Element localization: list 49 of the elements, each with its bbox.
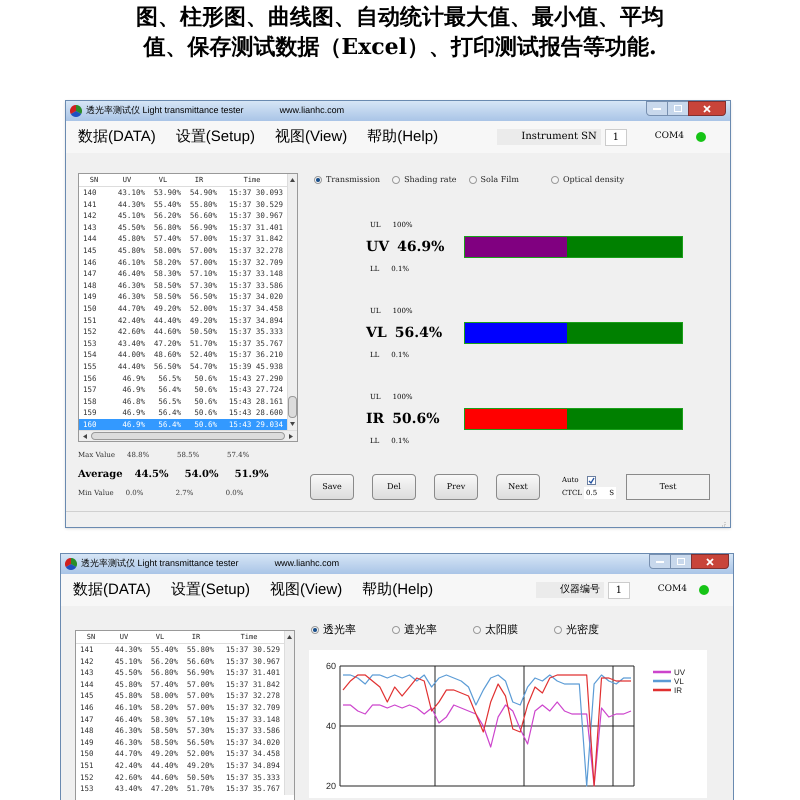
port-label: COM4 [658,583,687,596]
menu-item[interactable]: 视图(View) [274,126,348,148]
radio-label[interactable]: 太阳膜 [485,622,518,638]
port-label: COM4 [654,130,684,144]
menu-item[interactable]: 视图(View) [270,578,342,602]
meter-reading: 56.4% [394,324,442,342]
window-title: 透光率测试仪 Light transmittance tester [86,104,244,118]
radio-label[interactable]: Shading rate [404,174,457,186]
menu-item[interactable]: 帮助(Help) [367,126,438,148]
stat-value: 44.5% [134,468,170,482]
radio-label[interactable]: 光密度 [566,622,599,638]
action-button[interactable]: Prev [434,474,478,500]
meter-reading: 46.9% [397,238,444,256]
action-button[interactable]: Save [310,474,354,500]
stat-value: 54.0% [184,468,220,482]
action-button[interactable]: Del [372,474,416,500]
radio-label[interactable]: Sola Film [480,174,519,186]
y-tick-label: 60 [326,660,336,670]
legend-label: VL [674,676,684,686]
instrument-sn-label: Instrument SN [497,129,601,145]
radio-label[interactable]: 遮光率 [404,622,437,638]
action-button[interactable]: Next [496,474,540,500]
menu-item[interactable]: 数据(DATA) [73,578,151,602]
y-tick-label: 40 [326,720,336,730]
heading-text: 值、保存测试数据（Excel）、打印测试报告等功能. [143,33,657,62]
legend-label: UV [674,668,686,676]
meter-reading: 50.6% [392,410,440,428]
menu-item[interactable]: 帮助(Help) [362,578,434,602]
menu-item[interactable]: 数据(DATA) [78,126,156,148]
instrument-sn-label: 仪器编号 [536,582,604,598]
website-address: www.lianhc.com [280,104,344,118]
meter-name: UV [366,238,390,256]
legend-label: IR [674,686,682,694]
stat-label: Average [78,468,123,482]
menu-item[interactable]: 设置(Setup) [176,126,255,148]
test-button[interactable]: Test [626,474,710,500]
radio-label[interactable]: 透光率 [323,622,356,638]
instrument-sn-field[interactable]: 1 [608,582,630,598]
window-title: 透光率测试仪 Light transmittance tester [81,557,239,570]
radio-label[interactable]: Optical density [562,174,624,186]
y-tick-label: 20 [326,780,336,790]
instrument-sn-field[interactable]: 1 [604,128,627,146]
radio-label[interactable]: Transmission [326,174,380,186]
heading-text: 图、柱形图、曲线图、自动统计最大值、最小值、平均 [136,3,664,32]
stat-value: 51.9% [234,468,270,482]
meter-name: VL [366,324,387,342]
website-address: www.lianhc.com [274,557,340,570]
menu-item[interactable]: 设置(Setup) [170,578,250,602]
meter-name: IR [366,410,384,428]
